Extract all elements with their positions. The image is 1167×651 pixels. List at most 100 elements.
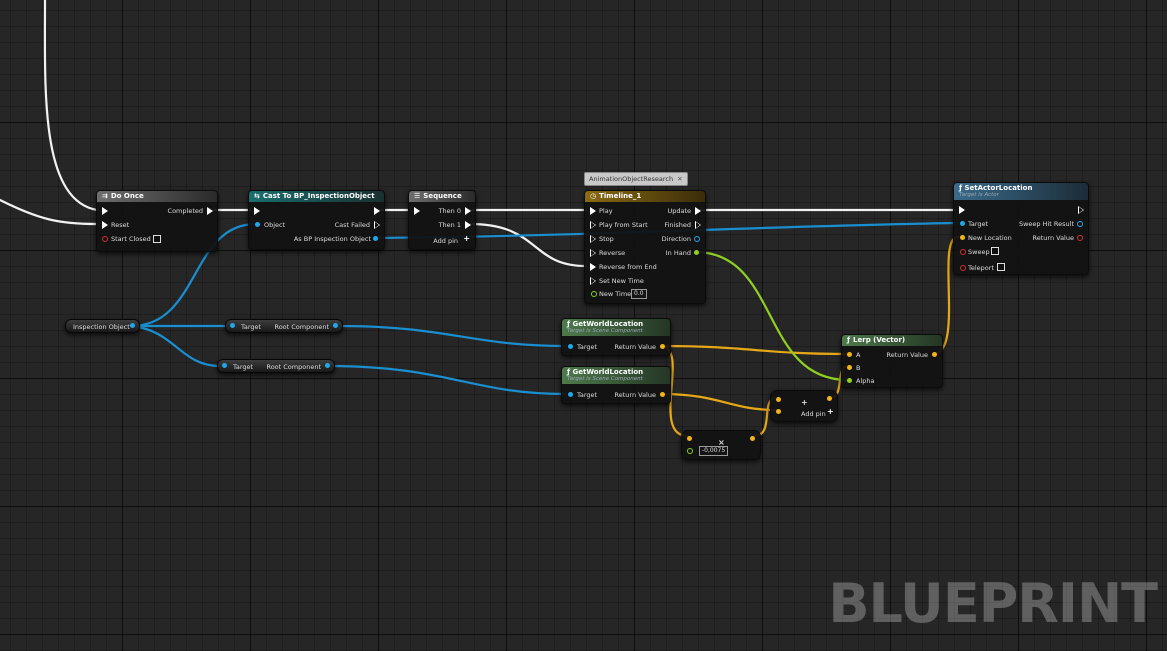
obj-wire-rc1-gwl1 <box>336 324 568 348</box>
add-input-b-pin[interactable] <box>776 409 781 414</box>
exec-out-pin[interactable] <box>374 207 380 215</box>
return-value-pin[interactable] <box>660 344 665 349</box>
do-once-icon: ⇉ <box>102 192 108 200</box>
get-world-location-node-1[interactable]: ƒ GetWorldLocation Target is Scene Compo… <box>561 318 671 356</box>
cast-node[interactable]: ⇆ Cast To BP_InspectionObject Object Cast… <box>248 190 385 250</box>
cast-failed-pin[interactable] <box>374 221 380 229</box>
target-pin[interactable] <box>230 323 235 328</box>
node-header: ◷ Timeline_1 <box>585 191 705 202</box>
sweep-checkbox[interactable] <box>991 247 999 255</box>
node-title: GetWorldLocation <box>572 367 644 376</box>
target-label: Target <box>577 343 598 351</box>
reverse-from-end-pin[interactable] <box>590 263 596 271</box>
sweep-hit-result-label: Sweep Hit Result <box>1018 220 1074 228</box>
add-pin-label: Add pin <box>801 410 826 418</box>
set-new-time-pin[interactable] <box>590 277 596 285</box>
teleport-checkbox[interactable] <box>997 263 1005 271</box>
new-time-pin[interactable] <box>591 291 597 297</box>
variable-label: Inspection Object <box>73 323 130 331</box>
as-object-pin[interactable] <box>373 236 378 241</box>
teleport-label: Teleport <box>968 264 994 272</box>
finished-pin[interactable] <box>695 221 701 229</box>
sweep-pin[interactable] <box>960 249 966 255</box>
object-pin[interactable] <box>255 222 260 227</box>
do-once-node[interactable]: ⇉ Do Once Completed Reset Start Closed <box>96 190 218 252</box>
add-pin-button[interactable]: + <box>827 408 834 416</box>
close-icon[interactable]: ✕ <box>677 175 682 183</box>
alpha-pin[interactable] <box>847 378 852 383</box>
node-title-row: ƒ GetWorldLocation <box>567 367 644 376</box>
function-icon: ƒ <box>567 367 571 376</box>
target-pin[interactable] <box>960 221 965 226</box>
play-from-start-pin[interactable] <box>590 221 596 229</box>
reverse-pin[interactable] <box>590 249 596 257</box>
comment-bubble[interactable]: AnimationObjectResearch ✕ <box>584 172 688 186</box>
reset-exec-pin[interactable] <box>102 221 108 229</box>
sequence-node[interactable]: ☰ Sequence Then 0 Then 1 Add pin + <box>408 190 476 250</box>
reverse-from-end-label: Reverse from End <box>599 263 657 271</box>
root-component-getter-1[interactable]: Target Root Component <box>225 319 343 333</box>
return-value-pin[interactable] <box>932 352 937 357</box>
lerp-vector-node[interactable]: ƒ Lerp (Vector) A Return Value B Alpha <box>841 334 943 388</box>
then1-label: Then 1 <box>438 221 461 229</box>
float-wire-inhand-alpha <box>693 250 850 382</box>
start-closed-checkbox[interactable] <box>153 235 161 243</box>
b-pin[interactable] <box>847 365 852 370</box>
node-title-row: ƒ GetWorldLocation <box>567 319 643 328</box>
play-pin[interactable] <box>590 207 596 215</box>
root-component-getter-2[interactable]: Target Root Component <box>217 359 335 373</box>
function-icon: ƒ <box>847 336 851 344</box>
multiply-output-pin[interactable] <box>750 436 755 441</box>
new-time-input[interactable]: 0.0 <box>631 289 647 299</box>
node-header: ƒ SetActorLocation Target is Actor <box>954 183 1088 200</box>
root-component-pin[interactable] <box>333 323 338 328</box>
direction-label: Direction <box>661 235 691 243</box>
blueprint-watermark: BLUEPRINT <box>828 572 1158 635</box>
exec-in-pin[interactable] <box>102 207 108 215</box>
comment-text: AnimationObjectResearch <box>589 175 674 183</box>
add-pin-button[interactable]: + <box>463 235 470 243</box>
node-header: ƒ GetWorldLocation Target is Scene Compo… <box>562 319 670 336</box>
get-world-location-node-2[interactable]: ƒ GetWorldLocation Target is Scene Compo… <box>561 366 671 404</box>
in-hand-pin[interactable] <box>694 250 699 255</box>
multiply-node[interactable]: × -0,0075 <box>681 430 761 460</box>
completed-exec-pin[interactable] <box>207 207 213 215</box>
variable-out-pin[interactable] <box>130 323 135 328</box>
return-value-label: Return Value <box>1032 234 1075 242</box>
add-input-a-pin[interactable] <box>776 397 781 402</box>
new-location-pin[interactable] <box>960 235 965 240</box>
vec-wire-gwl2-add <box>660 392 778 412</box>
exec-in-pin[interactable] <box>414 207 420 215</box>
add-node[interactable]: + Add pin + <box>770 390 838 422</box>
then1-pin[interactable] <box>465 221 471 229</box>
then0-pin[interactable] <box>465 207 471 215</box>
target-pin[interactable] <box>568 392 573 397</box>
stop-pin[interactable] <box>590 235 596 243</box>
set-actor-location-node[interactable]: ƒ SetActorLocation Target is Actor Targe… <box>953 182 1089 275</box>
update-pin[interactable] <box>695 207 701 215</box>
node-title: Do Once <box>110 192 144 200</box>
inspection-object-variable[interactable]: Inspection Object <box>65 319 140 333</box>
add-output-pin[interactable] <box>827 396 832 401</box>
exec-out-pin[interactable] <box>1078 206 1084 214</box>
exec-wire-then1-reverse <box>468 222 588 268</box>
exec-in-pin[interactable] <box>959 206 965 214</box>
sweep-hit-result-pin[interactable] <box>1077 221 1083 227</box>
teleport-pin[interactable] <box>960 265 966 271</box>
multiply-input-pin[interactable] <box>687 436 692 441</box>
return-value-pin[interactable] <box>660 392 665 397</box>
exec-in-pin[interactable] <box>254 207 260 215</box>
multiply-value-input[interactable]: -0,0075 <box>699 446 729 456</box>
target-pin[interactable] <box>568 344 573 349</box>
direction-pin[interactable] <box>694 236 700 242</box>
multiply-float-pin[interactable] <box>687 448 693 454</box>
a-pin[interactable] <box>847 352 852 357</box>
target-label: Target <box>968 220 989 228</box>
node-title-row: ƒ SetActorLocation <box>959 184 1032 192</box>
root-component-pin[interactable] <box>325 363 330 368</box>
start-closed-pin[interactable] <box>102 236 108 242</box>
timeline-node[interactable]: ◷ Timeline_1 Play Update Play from Start … <box>584 190 706 304</box>
function-icon: ƒ <box>567 319 571 328</box>
target-pin[interactable] <box>222 363 227 368</box>
return-value-pin[interactable] <box>1077 235 1083 241</box>
